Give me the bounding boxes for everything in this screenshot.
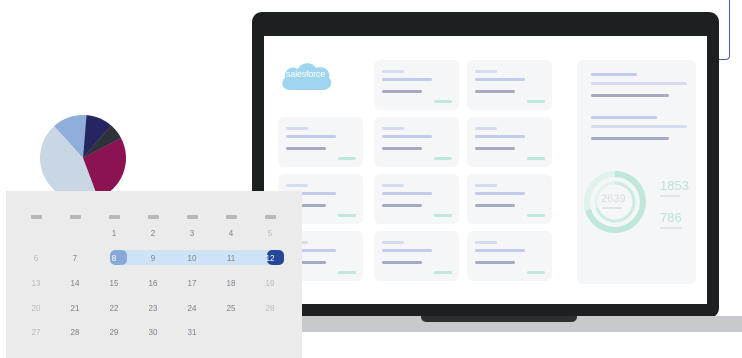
card-line <box>286 127 308 130</box>
calendar-day[interactable]: 12 <box>259 254 281 263</box>
panel-line <box>591 94 669 97</box>
panel-line <box>591 73 637 76</box>
pie-chart <box>39 115 127 201</box>
card-line <box>382 192 432 195</box>
calendar-day[interactable]: 3 <box>181 229 203 238</box>
weekday-header <box>109 215 120 219</box>
card-line <box>475 184 497 187</box>
stat-second-caption <box>660 227 682 229</box>
calendar-day[interactable]: 31 <box>181 328 203 337</box>
card-line <box>527 157 545 160</box>
card-line <box>527 214 545 217</box>
calendar-day[interactable]: 30 <box>142 328 164 337</box>
card-line <box>527 100 545 103</box>
card-line <box>434 157 452 160</box>
stat-first-caption <box>660 195 680 197</box>
card-line <box>382 127 404 130</box>
calendar-day[interactable]: 22 <box>103 304 125 313</box>
stat-second: 786 <box>660 210 682 225</box>
card-line <box>382 90 422 93</box>
calendar-day[interactable]: 5 <box>259 229 281 238</box>
panel-line <box>591 116 657 119</box>
calendar-day[interactable]: 26 <box>259 304 281 313</box>
salesforce-logo: salesforce <box>278 58 333 94</box>
card-line <box>475 90 515 93</box>
calendar-day[interactable]: 2 <box>142 229 164 238</box>
card-line <box>475 78 525 81</box>
card-line <box>382 78 432 81</box>
calendar-day[interactable]: 14 <box>64 279 86 288</box>
card-line <box>382 135 432 138</box>
card-line <box>434 271 452 274</box>
card-line <box>382 204 422 207</box>
calendar-day[interactable]: 29 <box>103 328 125 337</box>
card-line <box>286 184 308 187</box>
card-line <box>434 100 452 103</box>
calendar-day[interactable]: 11 <box>220 254 242 263</box>
card-line <box>338 157 356 160</box>
card-line <box>382 249 432 252</box>
calendar-day[interactable]: 27 <box>25 328 47 337</box>
calendar-day[interactable]: 28 <box>64 328 86 337</box>
card-line <box>475 204 515 207</box>
stat-first: 1853 <box>660 178 689 193</box>
laptop-notch <box>421 316 577 322</box>
calendar-day[interactable]: 9 <box>142 254 164 263</box>
card-line <box>338 214 356 217</box>
panel-line <box>591 137 669 140</box>
calendar-day[interactable]: 25 <box>220 304 242 313</box>
calendar-day[interactable]: 20 <box>25 304 47 313</box>
card-line <box>475 249 525 252</box>
weekday-header <box>226 215 237 219</box>
calendar-day[interactable]: 23 <box>142 304 164 313</box>
calendar-day[interactable]: 17 <box>181 279 203 288</box>
weekday-header <box>31 215 42 219</box>
illustration: salesforce 2639 1853 786 1 2 3 4 5 6 7 8 9 10 11 12… <box>0 0 742 358</box>
card-line <box>475 147 515 150</box>
card-line <box>338 271 356 274</box>
calendar-day[interactable]: 15 <box>103 279 125 288</box>
weekday-header <box>187 215 198 219</box>
panel-line <box>591 82 687 85</box>
calendar-day[interactable]: 7 <box>64 254 86 263</box>
calendar-day[interactable]: 1 <box>103 229 125 238</box>
card-line <box>286 147 326 150</box>
donut-caption <box>602 207 622 209</box>
calendar: 1 2 3 4 5 6 7 8 9 10 11 12 13 14 15 16 17 18 19 20 21 22 23 24 2… <box>6 191 302 358</box>
calendar-day[interactable]: 19 <box>259 279 281 288</box>
card-line <box>286 135 336 138</box>
card-line <box>475 241 497 244</box>
donut-total: 2639 <box>601 193 626 205</box>
card-line <box>527 271 545 274</box>
card-line <box>382 147 422 150</box>
weekday-header <box>148 215 159 219</box>
card-line <box>382 261 422 264</box>
calendar-day[interactable]: 21 <box>64 304 86 313</box>
calendar-day[interactable]: 6 <box>25 254 47 263</box>
card-line <box>475 192 525 195</box>
card-line <box>475 135 525 138</box>
card-line <box>434 214 452 217</box>
weekday-header <box>265 215 276 219</box>
calendar-day[interactable]: 4 <box>220 229 242 238</box>
calendar-day[interactable]: 18 <box>220 279 242 288</box>
calendar-day[interactable]: 8 <box>103 254 125 263</box>
calendar-day[interactable]: 10 <box>181 254 203 263</box>
weekday-header <box>70 215 81 219</box>
card-line <box>382 184 404 187</box>
card-line <box>382 241 404 244</box>
calendar-day[interactable]: 24 <box>181 304 203 313</box>
card-line <box>475 261 515 264</box>
card-line <box>475 127 497 130</box>
calendar-day[interactable]: 16 <box>142 279 164 288</box>
logo-text: salesforce <box>285 69 326 79</box>
calendar-day[interactable]: 13 <box>25 279 47 288</box>
panel-line <box>591 125 687 128</box>
card-line <box>475 70 497 73</box>
card-line <box>382 70 404 73</box>
